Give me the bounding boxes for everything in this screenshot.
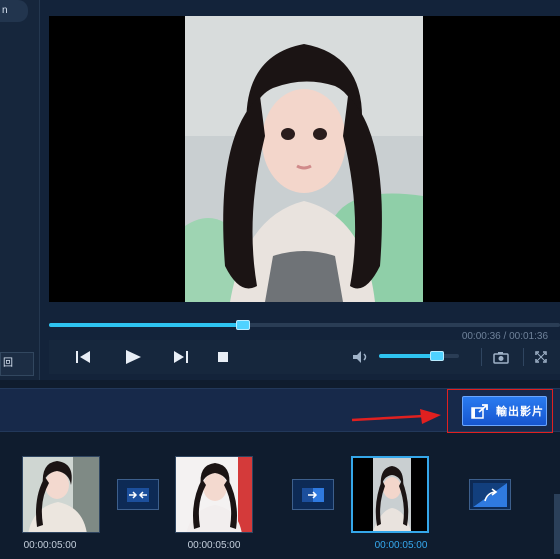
step-back-icon (76, 351, 90, 363)
editor-window: n 回 00:00:36 / 00:01:36 輸出影片 00:00:05:00… (0, 0, 560, 559)
playback-controls (49, 340, 560, 374)
media-panel: n 回 (0, 0, 40, 380)
camera-icon (493, 351, 509, 364)
volume-slider-handle[interactable] (430, 351, 445, 361)
playback-progress-fill (49, 323, 244, 327)
export-film-icon (471, 404, 488, 419)
transition-curve-icon (473, 482, 507, 507)
preview-photo (185, 16, 423, 302)
fullscreen-icon (535, 351, 547, 363)
volume-slider-fill (379, 354, 438, 358)
transition-inward-icon (127, 487, 149, 502)
export-video-label: 輸出影片 (496, 406, 544, 418)
clip-thumbnail (353, 458, 427, 531)
play-button[interactable] (119, 344, 147, 370)
stop-icon (218, 352, 228, 362)
transition-slide-icon (302, 487, 324, 502)
clip-thumbnail (23, 457, 99, 532)
transition-1[interactable] (117, 479, 159, 510)
playback-progress-handle[interactable] (236, 320, 251, 330)
video-preview (49, 16, 560, 302)
clip-duration-3: 00:00:05:00 (374, 540, 428, 551)
volume-icon (353, 351, 367, 363)
volume-button[interactable] (347, 344, 375, 370)
transition-3[interactable] (469, 479, 511, 510)
step-forward-icon (174, 351, 188, 363)
media-panel-button[interactable]: 回 (0, 352, 34, 376)
media-tab[interactable]: n (0, 0, 28, 22)
timeline-clip-1[interactable] (22, 456, 100, 533)
fullscreen-button[interactable] (527, 344, 555, 370)
timeline-clip-2[interactable] (175, 456, 253, 533)
timeline-clip-3[interactable] (351, 456, 429, 533)
step-forward-button[interactable] (167, 344, 195, 370)
step-back-button[interactable] (69, 344, 97, 370)
export-video-button[interactable]: 輸出影片 (462, 396, 547, 426)
snapshot-button[interactable] (487, 344, 515, 370)
timeline-scrollbar[interactable] (554, 494, 560, 554)
separator (523, 348, 524, 366)
playback-progress-bar[interactable] (49, 320, 560, 330)
stop-button[interactable] (209, 344, 237, 370)
play-icon (126, 350, 141, 364)
separator (481, 348, 482, 366)
clip-thumbnail (176, 457, 252, 532)
transition-2[interactable] (292, 479, 334, 510)
clip-duration-2: 00:00:05:00 (187, 540, 241, 551)
volume-slider[interactable] (379, 351, 459, 361)
clip-duration-1: 00:00:05:00 (23, 540, 77, 551)
annotation-arrow (351, 409, 441, 424)
